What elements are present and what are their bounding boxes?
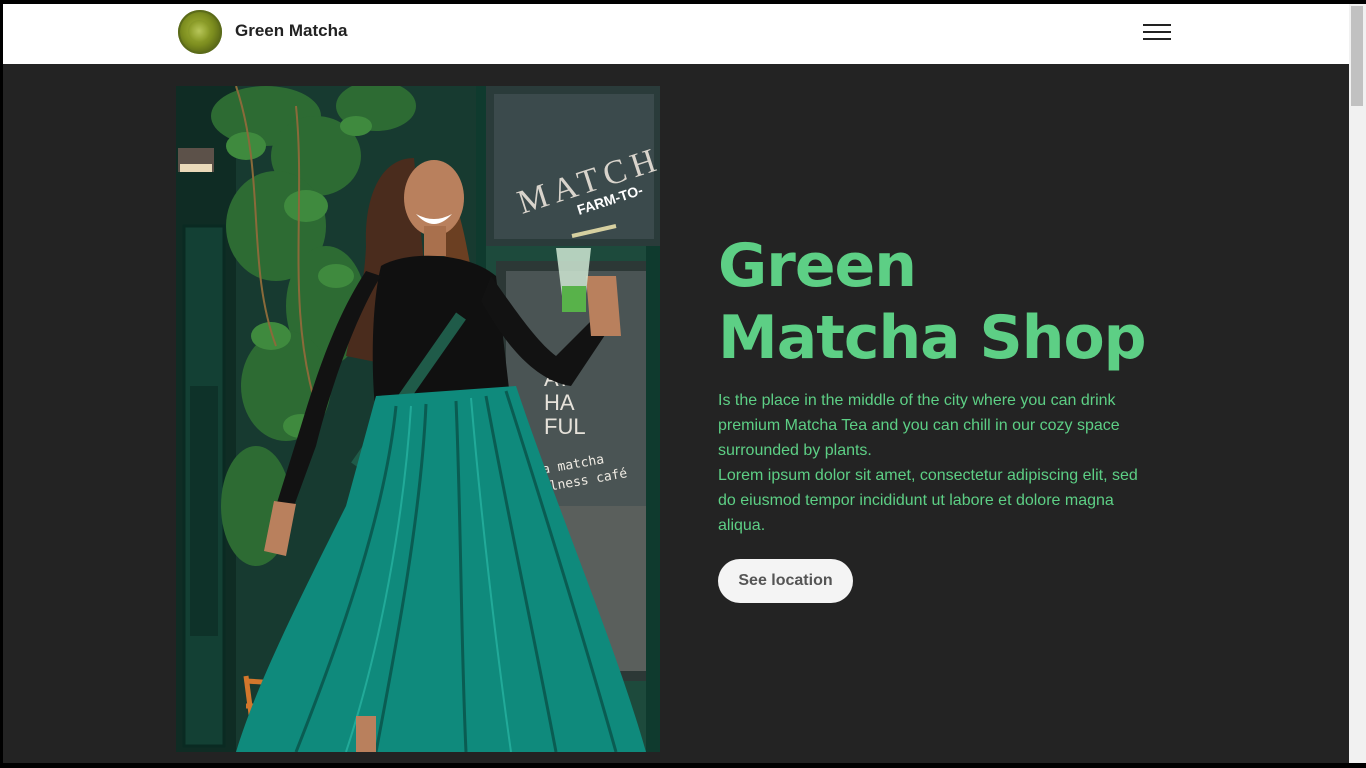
menu-bar [1143, 24, 1171, 26]
photo-window-text: FUL [544, 414, 586, 439]
hero-title-line2: Matcha Shop [718, 303, 1147, 373]
hero-paragraph-1: Is the place in the middle of the city w… [718, 392, 1120, 459]
photo-window-text: HA [544, 390, 575, 415]
scrollbar-thumb[interactable] [1351, 6, 1363, 106]
page-viewport: Green Matcha MATCH FARM-TO- HA FUL a mat… [3, 4, 1349, 763]
brand-name[interactable]: Green Matcha [235, 21, 347, 41]
vertical-scrollbar[interactable] [1349, 4, 1366, 763]
hero-photo: MATCH FARM-TO- AT HA FUL a matcha wellne… [176, 86, 660, 752]
menu-bar [1143, 38, 1171, 40]
see-location-button[interactable]: See location [718, 559, 853, 603]
matcha-bowl-logo-icon[interactable] [178, 10, 222, 54]
hero-description: Is the place in the middle of the city w… [718, 388, 1148, 538]
navbar: Green Matcha [3, 4, 1349, 64]
menu-bar [1143, 31, 1171, 33]
hero-title: Green Matcha Shop [718, 230, 1198, 374]
hero-title-line1: Green [718, 231, 917, 301]
hero-paragraph-2: Lorem ipsum dolor sit amet, consectetur … [718, 467, 1138, 534]
hamburger-menu-icon[interactable] [1143, 23, 1171, 43]
